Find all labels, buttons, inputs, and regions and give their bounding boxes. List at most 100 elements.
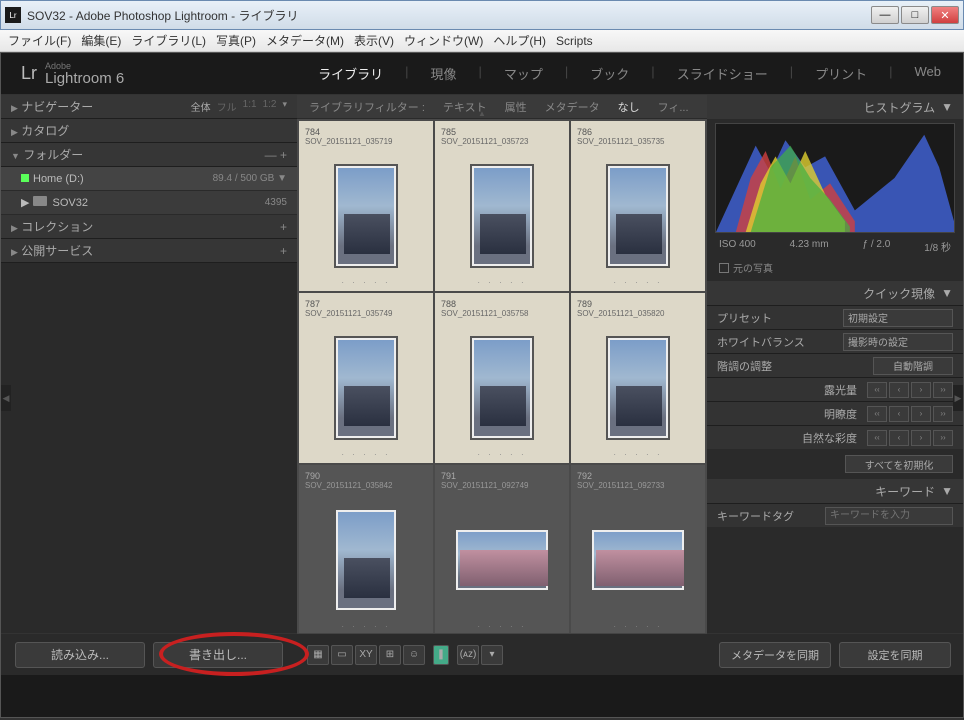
minimize-button[interactable]: —: [871, 6, 899, 24]
module-print[interactable]: プリント: [813, 64, 869, 83]
histogram-aperture: ƒ / 2.0: [863, 239, 891, 254]
thumb-filename: SOV_20151121_092733: [577, 481, 699, 490]
module-book[interactable]: ブック: [588, 64, 631, 83]
publish-header[interactable]: ▶ 公開サービス +: [1, 239, 297, 263]
drive-status-icon: [21, 174, 29, 182]
module-web[interactable]: Web: [913, 64, 944, 83]
filter-metadata[interactable]: メタデータ: [541, 97, 604, 117]
reset-all-button[interactable]: すべてを初期化: [845, 455, 953, 473]
exposure-inc2[interactable]: ››: [933, 382, 953, 398]
module-develop[interactable]: 現像: [428, 64, 458, 83]
menu-library[interactable]: ライブラリ(L): [131, 32, 206, 49]
thumbnail-cell[interactable]: 787 SOV_20151121_035749 · · · · ·: [299, 293, 433, 463]
thumb-index: 787: [305, 299, 427, 309]
wb-select[interactable]: 撮影時の設定: [843, 333, 953, 351]
quick-develop-header[interactable]: クイック現像▼: [707, 281, 963, 305]
exposure-label: 露光量: [824, 382, 857, 398]
export-button[interactable]: 書き出し...: [153, 642, 283, 668]
thumb-image: [454, 528, 550, 592]
people-view-icon[interactable]: ☺: [403, 645, 425, 665]
thumbnail-cell[interactable]: 786 SOV_20151121_035735 · · · · ·: [571, 121, 705, 291]
import-button[interactable]: 読み込み...: [15, 642, 145, 668]
auto-tone-button[interactable]: 自動階調: [873, 357, 953, 375]
menu-photo[interactable]: 写真(P): [216, 32, 256, 49]
thumb-index: 786: [577, 127, 699, 137]
top-panel-toggle-icon[interactable]: ▲: [478, 109, 486, 118]
grid-view: ライブラリフィルター : テキスト 属性 メタデータ なし フィ... 784 …: [297, 95, 707, 675]
right-panel-toggle-icon[interactable]: ▶: [953, 385, 963, 411]
module-library[interactable]: ライブラリ: [316, 64, 385, 83]
menu-bar: ファイル(F) 編集(E) ライブラリ(L) 写真(P) メタデータ(M) 表示…: [0, 30, 964, 52]
module-map[interactable]: マップ: [502, 64, 545, 83]
sync-settings-button[interactable]: 設定を同期: [839, 642, 951, 668]
thumbnail-cell[interactable]: 784 SOV_20151121_035719 · · · · ·: [299, 121, 433, 291]
preset-select[interactable]: 初期設定: [843, 309, 953, 327]
catalog-header[interactable]: ▶ カタログ: [1, 119, 297, 143]
thumb-rating-dots: · · · · ·: [613, 622, 662, 631]
thumb-image: [606, 336, 670, 440]
histogram[interactable]: [715, 123, 955, 233]
thumbnail-cell[interactable]: 792 SOV_20151121_092733 · · · · ·: [571, 465, 705, 633]
menu-scripts[interactable]: Scripts: [556, 34, 593, 48]
left-panel-toggle-icon[interactable]: ◀: [1, 385, 11, 411]
exposure-dec[interactable]: ‹: [889, 382, 909, 398]
exposure-dec2[interactable]: ‹‹: [867, 382, 887, 398]
menu-help[interactable]: ヘルプ(H): [493, 32, 546, 49]
drive-item[interactable]: Home (D:) 89.4 / 500 GB ▼: [1, 167, 297, 191]
sort-dropdown-icon[interactable]: ▾: [481, 645, 503, 665]
thumb-rating-dots: · · · · ·: [613, 450, 662, 459]
thumb-rating-dots: · · · · ·: [341, 450, 390, 459]
thumb-rating-dots: · · · · ·: [613, 278, 662, 287]
close-button[interactable]: ✕: [931, 6, 959, 24]
sort-direction-icon[interactable]: (ᴀz): [457, 645, 479, 665]
library-filter-bar: ライブラリフィルター : テキスト 属性 メタデータ なし フィ...: [297, 95, 707, 119]
module-slideshow[interactable]: スライドショー: [675, 64, 770, 83]
thumb-filename: SOV_20151121_035723: [441, 137, 563, 146]
keyword-input[interactable]: [825, 507, 953, 525]
thumb-rating-dots: · · · · ·: [477, 450, 526, 459]
thumb-index: 790: [305, 471, 427, 481]
thumb-index: 792: [577, 471, 699, 481]
thumb-image: [334, 508, 398, 612]
thumb-filename: SOV_20151121_035842: [305, 481, 427, 490]
filter-none[interactable]: なし: [614, 97, 644, 117]
thumb-index: 789: [577, 299, 699, 309]
thumbnail-cell[interactable]: 789 SOV_20151121_035820 · · · · ·: [571, 293, 705, 463]
clarity-label: 明瞭度: [824, 406, 857, 422]
keywords-header[interactable]: キーワード▼: [707, 479, 963, 503]
folder-item[interactable]: ▶ SOV32 4395: [1, 191, 297, 215]
compare-view-icon[interactable]: XY: [355, 645, 377, 665]
collections-header[interactable]: ▶ コレクション +: [1, 215, 297, 239]
thumb-index: 788: [441, 299, 563, 309]
original-checkbox[interactable]: [719, 263, 729, 273]
thumb-image: [470, 336, 534, 440]
thumbnail-cell[interactable]: 788 SOV_20151121_035758 · · · · ·: [435, 293, 569, 463]
menu-file[interactable]: ファイル(F): [8, 32, 71, 49]
menu-edit[interactable]: 編集(E): [81, 32, 121, 49]
filter-attribute[interactable]: 属性: [501, 97, 531, 117]
thumb-rating-dots: · · · · ·: [477, 622, 526, 631]
menu-metadata[interactable]: メタデータ(M): [266, 32, 344, 49]
maximize-button[interactable]: □: [901, 6, 929, 24]
thumb-rating-dots: · · · · ·: [477, 278, 526, 287]
navigator-header[interactable]: ▶ ナビゲーター 全体 フル 1:1 1:2 ▾: [1, 95, 297, 119]
thumb-image: [590, 528, 686, 592]
thumb-image: [606, 164, 670, 268]
histogram-header[interactable]: ヒストグラム▼: [707, 95, 963, 119]
sync-metadata-button[interactable]: メタデータを同期: [719, 642, 831, 668]
survey-view-icon[interactable]: ⊞: [379, 645, 401, 665]
menu-view[interactable]: 表示(V): [354, 32, 394, 49]
thumbnail-cell[interactable]: 785 SOV_20151121_035723 · · · · ·: [435, 121, 569, 291]
filter-more[interactable]: フィ...: [654, 97, 693, 117]
menu-window[interactable]: ウィンドウ(W): [404, 32, 483, 49]
loupe-view-icon[interactable]: ▭: [331, 645, 353, 665]
thumbnail-cell[interactable]: 790 SOV_20151121_035842 · · · · ·: [299, 465, 433, 633]
folders-header[interactable]: ▼ フォルダー — +: [1, 143, 297, 167]
grid-view-icon[interactable]: ▦: [307, 645, 329, 665]
folder-icon: [33, 196, 47, 206]
thumbnail-cell[interactable]: 791 SOV_20151121_092749 · · · · ·: [435, 465, 569, 633]
thumb-image: [470, 164, 534, 268]
folders-add-remove[interactable]: — +: [265, 148, 287, 162]
exposure-inc[interactable]: ›: [911, 382, 931, 398]
painter-tool-icon[interactable]: ❚: [433, 645, 449, 665]
